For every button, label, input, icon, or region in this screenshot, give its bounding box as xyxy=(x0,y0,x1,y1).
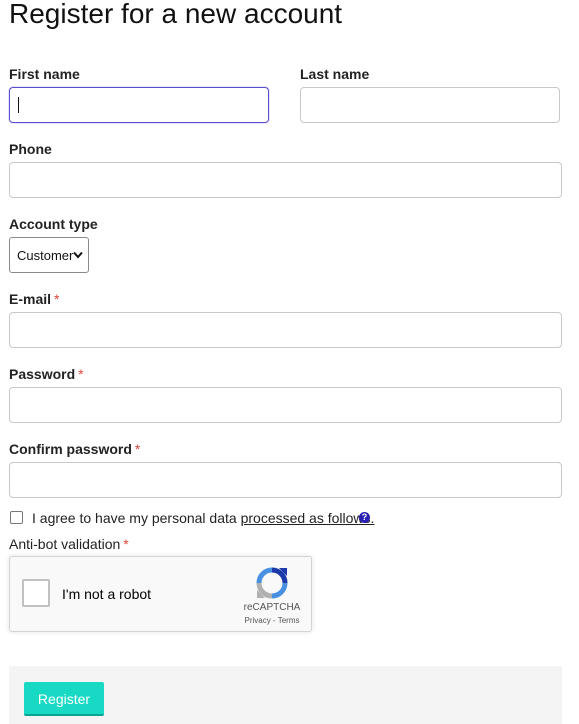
form-actions-bar: Register xyxy=(9,666,562,724)
password-label-text: Password xyxy=(9,366,76,382)
account-type-label-text: Account type xyxy=(9,216,98,232)
recaptcha-brand: reCAPTCHA xyxy=(243,602,301,613)
agree-checkbox[interactable] xyxy=(10,511,23,524)
text-caret xyxy=(18,97,19,113)
processing-terms-link[interactable]: processed as follows. xyxy=(241,510,375,526)
email-label: E-mail * xyxy=(9,290,59,308)
first-name-label: First name xyxy=(9,65,80,83)
agree-label: I agree to have my personal data xyxy=(32,510,237,526)
register-button[interactable]: Register xyxy=(24,682,104,716)
recaptcha-logo-icon xyxy=(256,567,288,599)
last-name-label-text: Last name xyxy=(300,66,370,82)
required-mark: * xyxy=(134,441,141,457)
question-circle-icon[interactable]: ? xyxy=(359,512,370,523)
antibot-label-text: Anti-bot validation xyxy=(9,536,121,552)
required-mark: * xyxy=(54,291,60,307)
antibot-label: Anti-bot validation * xyxy=(9,535,129,553)
first-name-label-text: First name xyxy=(9,66,80,82)
chevron-down-icon xyxy=(73,251,83,259)
phone-label: Phone xyxy=(9,140,52,158)
required-mark: * xyxy=(123,536,129,552)
account-type-selected: Customer xyxy=(17,248,74,263)
phone-input[interactable] xyxy=(9,162,562,198)
required-mark: * xyxy=(78,366,84,382)
password-label: Password * xyxy=(9,365,84,383)
recaptcha-label: I'm not a robot xyxy=(62,586,152,602)
confirm-password-label-text: Confirm password xyxy=(9,441,132,457)
agree-text: I agree to have my personal data process… xyxy=(32,509,374,527)
recaptcha-widget: I'm not a robot reCAPTCHA Privacy - Term… xyxy=(9,556,312,632)
first-name-input[interactable] xyxy=(9,87,269,123)
page-title: Register for a new account xyxy=(9,0,343,29)
phone-label-text: Phone xyxy=(9,141,52,157)
email-input[interactable] xyxy=(9,312,562,348)
confirm-password-label: Confirm password * xyxy=(9,440,140,458)
confirm-password-input[interactable] xyxy=(9,462,562,498)
last-name-input[interactable] xyxy=(300,87,560,123)
password-input[interactable] xyxy=(9,387,562,423)
last-name-label: Last name xyxy=(300,65,369,83)
account-type-select[interactable]: Customer xyxy=(9,237,89,273)
recaptcha-checkbox[interactable] xyxy=(22,579,50,607)
email-label-text: E-mail xyxy=(9,291,52,307)
account-type-label: Account type xyxy=(9,215,98,233)
recaptcha-terms-link[interactable]: Privacy - Terms xyxy=(232,616,312,625)
